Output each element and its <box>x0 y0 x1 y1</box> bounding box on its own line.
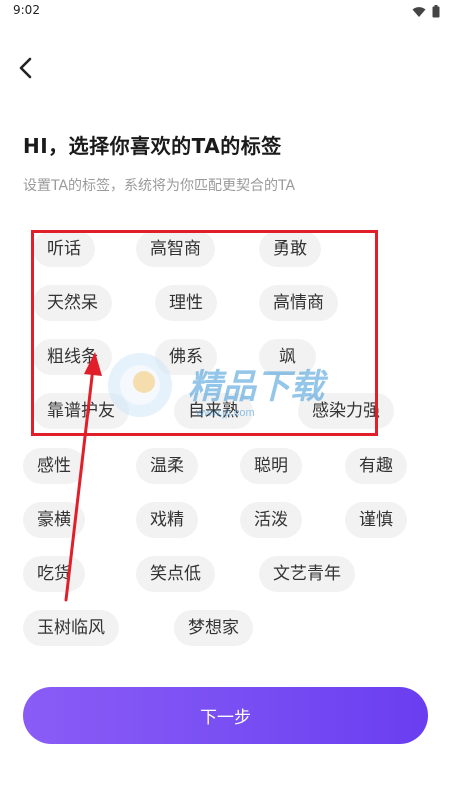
status-bar: 9:02 <box>0 0 450 22</box>
status-time: 9:02 <box>13 3 40 17</box>
battery-icon <box>432 3 440 22</box>
tag-chip[interactable]: 豪横 <box>23 502 85 538</box>
tag-chip[interactable]: 理性 <box>155 285 217 321</box>
tag-chip[interactable]: 温柔 <box>136 448 198 484</box>
tag-chip[interactable]: 吃货 <box>23 556 85 592</box>
tag-chip[interactable]: 戏精 <box>136 502 198 538</box>
tag-chip[interactable]: 聪明 <box>240 448 302 484</box>
page-subtitle: 设置TA的标签，系统将为你匹配更契合的TA <box>23 178 296 194</box>
tag-chip[interactable]: 感染力强 <box>298 393 394 429</box>
tag-chip[interactable]: 玉树临风 <box>23 610 119 646</box>
tag-chip[interactable]: 佛系 <box>155 339 217 375</box>
tag-chip[interactable]: 谨慎 <box>345 502 407 538</box>
tag-chip[interactable]: 文艺青年 <box>259 556 355 592</box>
tag-chip[interactable]: 高智商 <box>136 231 215 267</box>
tag-chip[interactable]: 有趣 <box>345 448 407 484</box>
tag-chip[interactable]: 活泼 <box>240 502 302 538</box>
tag-chip[interactable]: 听话 <box>33 231 95 267</box>
tag-chip[interactable]: 笑点低 <box>136 556 215 592</box>
tag-chip[interactable]: 粗线条 <box>33 339 112 375</box>
status-icons <box>412 3 440 22</box>
back-button[interactable] <box>10 54 42 86</box>
wifi-icon <box>412 3 426 22</box>
tag-chip[interactable]: 勇敢 <box>259 231 321 267</box>
next-button-label: 下一步 <box>200 708 251 728</box>
tag-chip[interactable]: 高情商 <box>259 285 338 321</box>
tag-chip[interactable]: 靠谱护友 <box>33 393 129 429</box>
next-button[interactable]: 下一步 <box>23 687 428 744</box>
chevron-left-icon <box>18 57 34 83</box>
tag-chip[interactable]: 飒 <box>259 339 316 375</box>
tag-chip[interactable]: 感性 <box>23 448 85 484</box>
page-title: HI，选择你喜欢的TA的标签 <box>23 134 282 158</box>
tag-chip[interactable]: 梦想家 <box>174 610 253 646</box>
tag-chip[interactable]: 天然呆 <box>33 285 112 321</box>
screen: 9:02 HI，选择你喜欢的TA的标签 设置TA的标签，系统将为你匹配更契合的T… <box>0 0 450 800</box>
tag-chip[interactable]: 自来熟 <box>174 393 253 429</box>
